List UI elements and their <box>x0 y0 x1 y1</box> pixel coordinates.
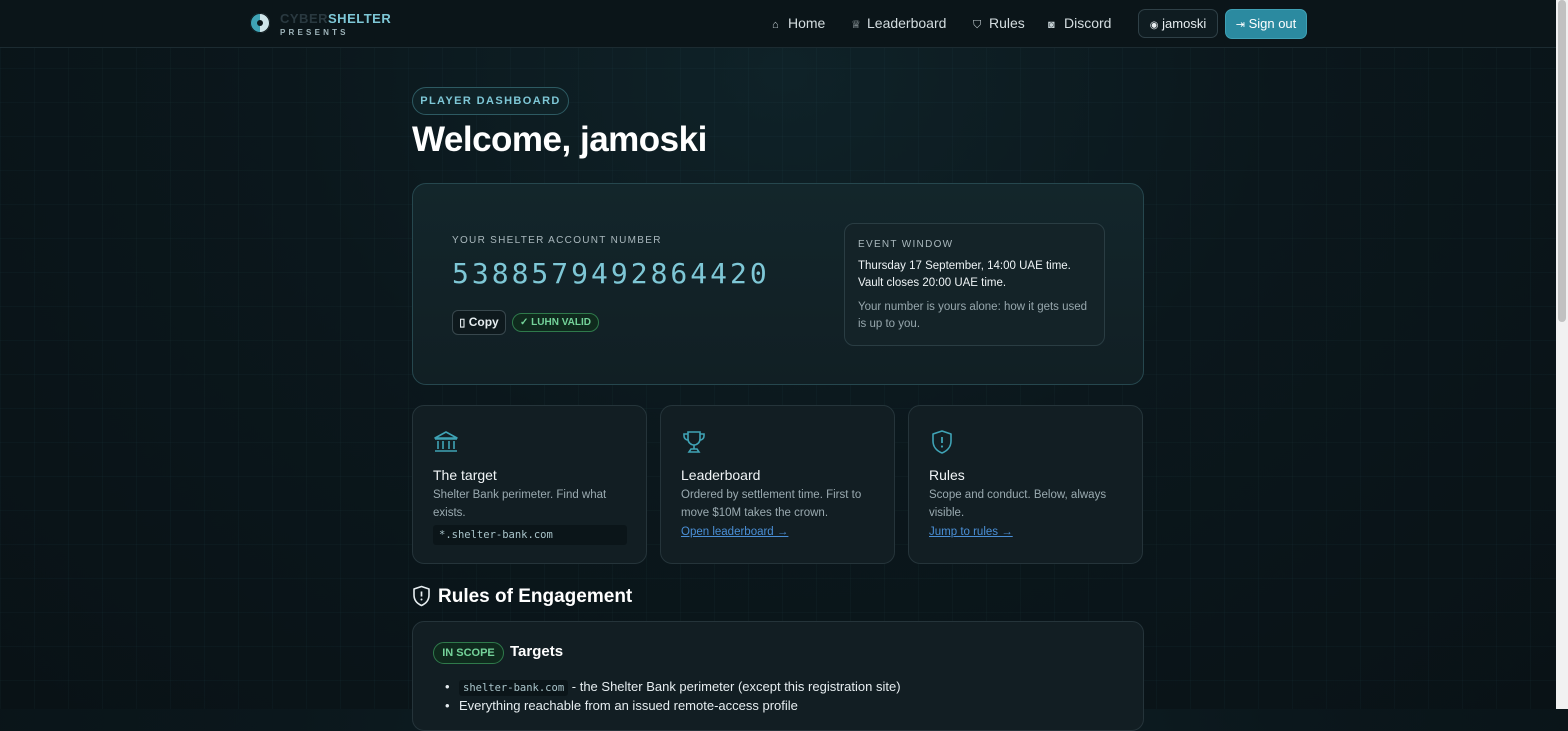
logout-icon: ⇥ <box>1235 19 1245 31</box>
rules-of-engagement-heading: Rules of Engagement <box>438 586 633 607</box>
nav-leaderboard-link[interactable]: ♕ Leaderboard <box>851 15 946 31</box>
shield-alert-icon <box>932 430 952 454</box>
clipboard-icon: ▯ <box>459 317 466 329</box>
leaderboard-card: Leaderboard Ordered by settlement time. … <box>660 405 895 564</box>
home-icon: ⌂ <box>772 19 779 31</box>
event-end-text: Vault closes 20:00 UAE time. <box>858 277 1007 289</box>
event-window-label: EVENT WINDOW <box>858 239 954 250</box>
copy-button[interactable]: ▯ Copy <box>452 310 506 335</box>
luhn-valid-badge: ✓ LUHN VALID <box>512 313 599 332</box>
account-number-label: YOUR SHELTER ACCOUNT NUMBER <box>452 235 662 246</box>
shield-icon: ⛉ <box>973 19 982 31</box>
trophy-icon <box>683 431 705 453</box>
brand-wordmark: CYBERSHELTER <box>280 11 392 26</box>
rules-card: Rules Scope and conduct. Below, always v… <box>908 405 1143 564</box>
rules-card-description: Scope and conduct. Below, always visible… <box>929 489 1107 519</box>
leaderboard-card-title: Leaderboard <box>681 467 761 483</box>
event-note: Your number is yours alone: how it gets … <box>858 301 1088 330</box>
event-window-panel: EVENT WINDOW Thursday 17 September, 14:0… <box>844 223 1105 346</box>
page-scrollbar[interactable] <box>1556 0 1568 709</box>
user-menu-button[interactable]: ◉ jamoski <box>1138 9 1218 38</box>
brand-subtitle: PRESENTS <box>280 28 349 37</box>
trophy-icon: ♕ <box>851 19 861 31</box>
account-number: 5388579492864420 <box>452 257 770 290</box>
target-card-title: The target <box>433 467 497 483</box>
shelter-logo-icon <box>250 13 270 33</box>
list-item: Everything reachable from an issued remo… <box>445 698 798 713</box>
scope-card: IN SCOPE Targets shelter-bank.com - the … <box>412 621 1144 731</box>
list-item: shelter-bank.com - the Shelter Bank peri… <box>445 679 901 696</box>
in-scope-badge: IN SCOPE <box>433 642 504 664</box>
bank-icon <box>434 431 458 452</box>
rules-card-title: Rules <box>929 467 965 483</box>
shield-alert-icon <box>413 585 430 607</box>
gamepad-icon: ◉ <box>1149 20 1159 31</box>
discord-icon: ◙ <box>1048 19 1055 31</box>
nav-home-link[interactable]: ⌂ Home <box>772 15 825 31</box>
target-card: The target Shelter Bank perimeter. Find … <box>412 405 647 564</box>
page-title: Welcome, jamoski <box>412 120 707 159</box>
sign-out-button[interactable]: ⇥ Sign out <box>1225 9 1307 39</box>
nav-discord-link[interactable]: ◙ Discord <box>1048 15 1111 31</box>
jump-to-rules-link[interactable]: Jump to rules → <box>929 526 1013 538</box>
event-start-text: Thursday 17 September, 14:00 UAE time. <box>858 260 1071 272</box>
player-dashboard-badge: PLAYER DASHBOARD <box>412 87 569 115</box>
leaderboard-card-description: Ordered by settlement time. First to mov… <box>681 489 862 519</box>
target-card-description: Shelter Bank perimeter. Find what exists… <box>433 489 607 519</box>
top-navbar: CYBERSHELTER PRESENTS ⌂ Home ♕ Leaderboard… <box>0 0 1556 48</box>
check-circle-icon: ✓ <box>520 317 529 328</box>
account-card: YOUR SHELTER ACCOUNT NUMBER 538857949286… <box>412 183 1144 385</box>
nav-rules-link[interactable]: ⛉ Rules <box>973 15 1025 32</box>
targets-heading: Targets <box>510 643 564 660</box>
target-domain-code: *.shelter-bank.com <box>433 525 627 545</box>
domain-code: shelter-bank.com <box>459 680 569 696</box>
scrollbar-thumb[interactable] <box>1558 0 1566 322</box>
open-leaderboard-link[interactable]: Open leaderboard → <box>681 526 788 538</box>
